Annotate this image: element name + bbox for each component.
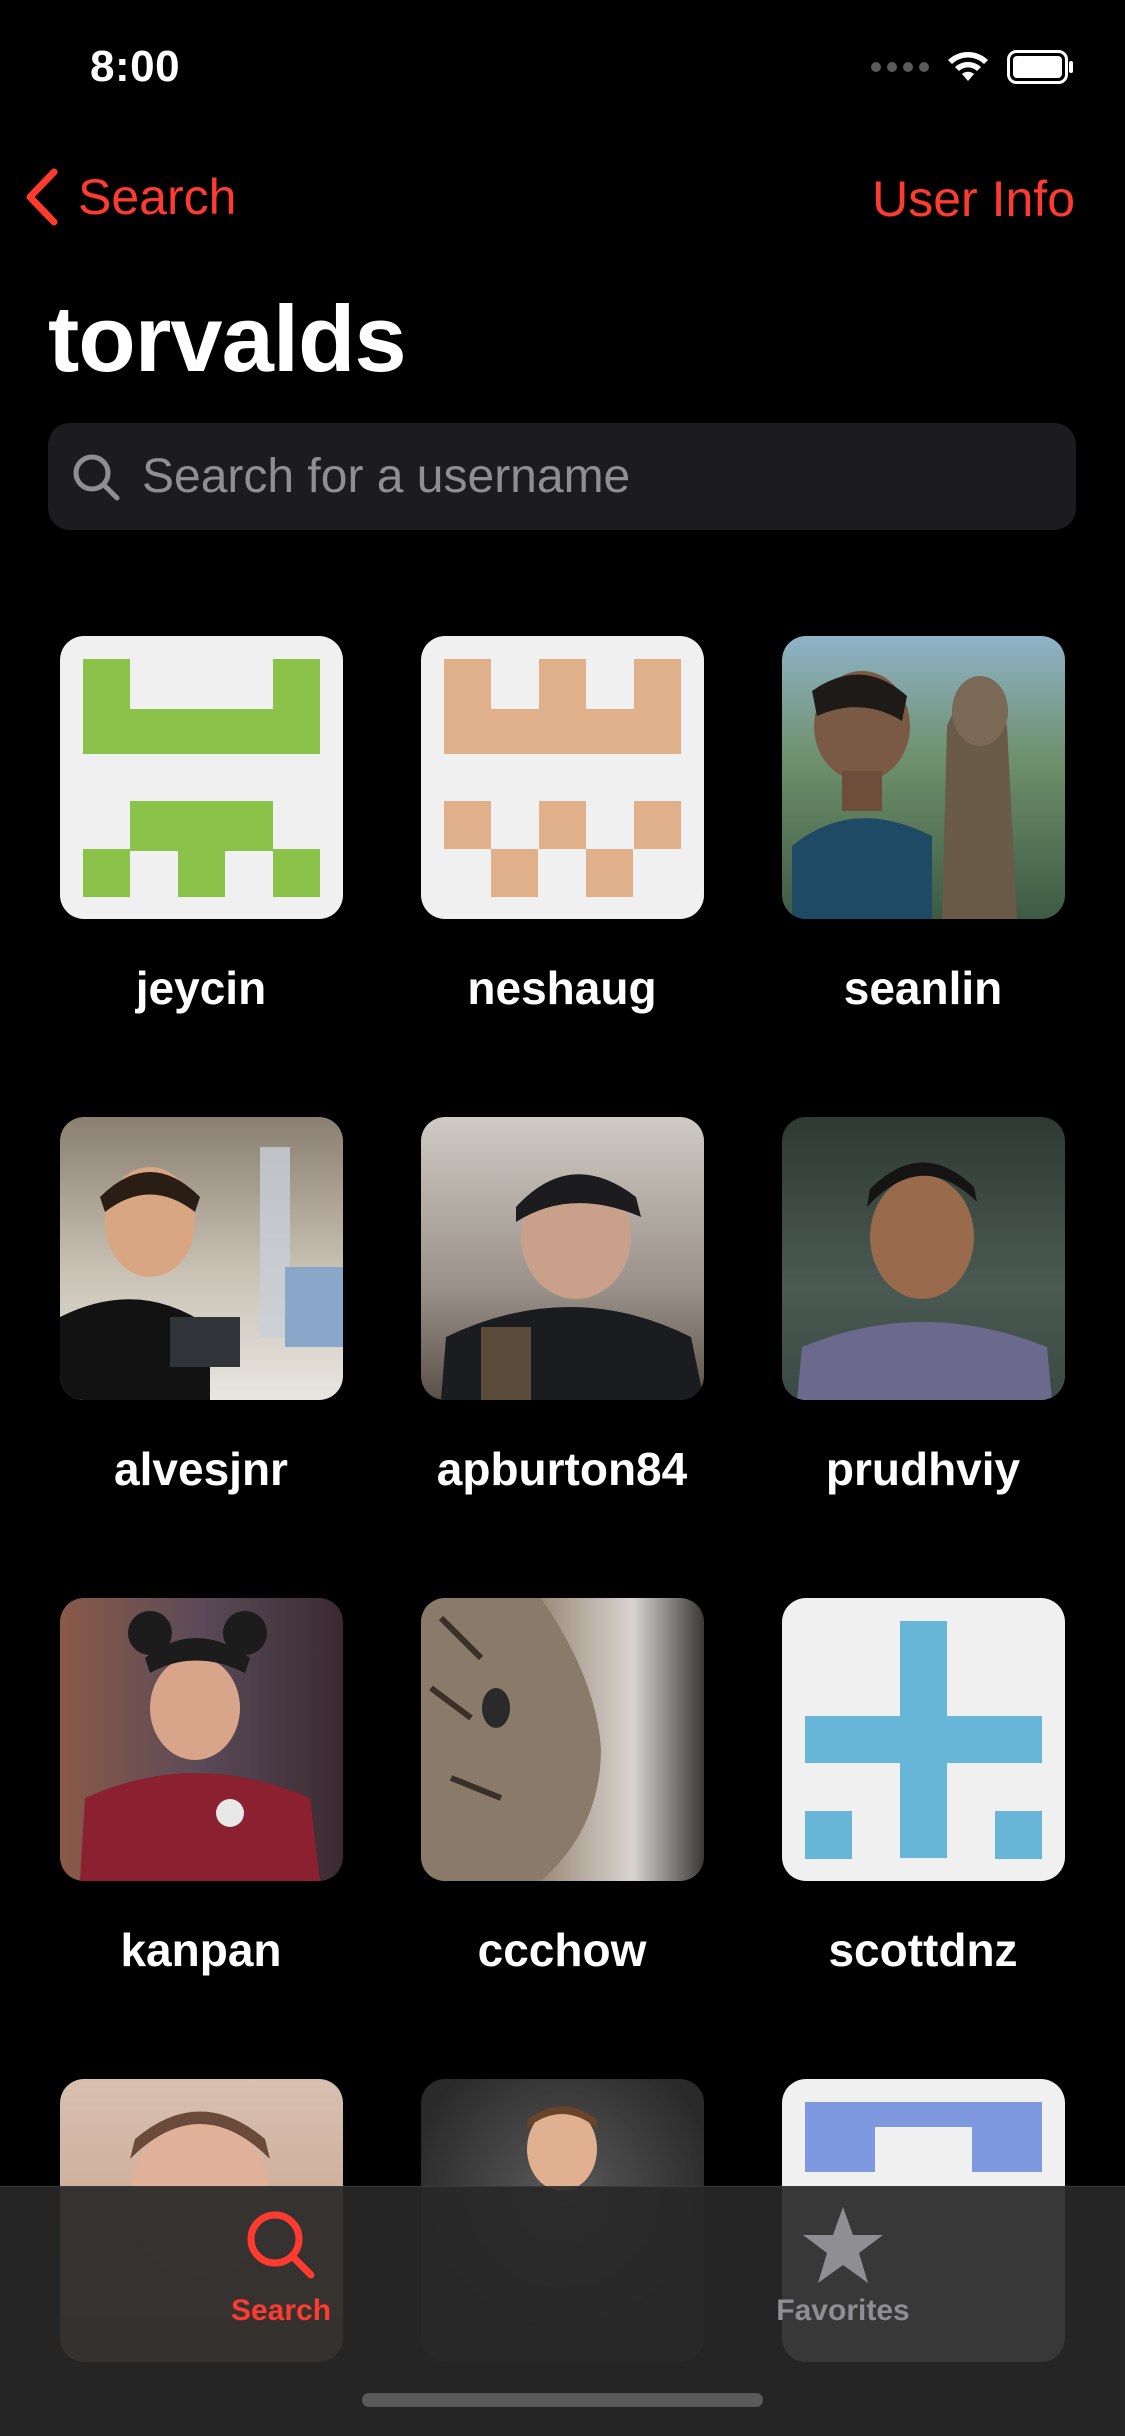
avatar-photo — [781, 636, 1065, 919]
tab-favorites[interactable]: Favorites — [703, 2205, 983, 2328]
follower-cell-ccchow[interactable]: ccchow — [382, 1598, 742, 1977]
back-button[interactable]: Search — [24, 168, 236, 226]
follower-cell-jeycin[interactable]: jeycin — [21, 636, 381, 1015]
avatar-photo — [781, 1117, 1065, 1400]
follower-cell-alvesjnr[interactable]: alvesjnr — [21, 1117, 381, 1496]
wifi-icon — [948, 52, 988, 81]
tab-label: Search — [230, 2294, 332, 2327]
username: ccchow — [477, 1924, 647, 1976]
search-icon — [247, 2211, 315, 2279]
follower-cell-prudhviy[interactable]: prudhviy — [743, 1117, 1103, 1496]
avatar-photo — [59, 1598, 343, 1881]
follower-cell-kanpan[interactable]: kanpan — [21, 1598, 381, 1977]
tab-search[interactable]: Search — [141, 2205, 421, 2328]
username: prudhviy — [825, 1443, 1021, 1495]
status-time: 8:00 — [90, 42, 181, 91]
avatar — [781, 1598, 1065, 1881]
chevron-left-icon — [26, 168, 58, 226]
back-button-label: Search — [78, 169, 237, 225]
username: jeycin — [135, 962, 267, 1014]
search-input[interactable] — [140, 448, 1024, 505]
search-icon — [73, 454, 120, 500]
home-indicator — [362, 2393, 763, 2407]
username: neshaug — [467, 962, 657, 1014]
username: kanpan — [120, 1924, 282, 1976]
follower-cell-neshaug[interactable]: neshaug — [382, 636, 742, 1015]
status-icons — [871, 50, 1075, 84]
username: alvesjnr — [114, 1443, 288, 1495]
follower-cell-scottdnz[interactable]: scottdnz — [743, 1598, 1103, 1977]
cellular-signal-icon — [871, 62, 929, 72]
avatar — [59, 636, 343, 919]
avatar-photo — [420, 1598, 704, 1881]
page-title: torvalds — [48, 286, 407, 391]
username: scottdnz — [828, 1924, 1018, 1976]
battery-icon — [1007, 50, 1073, 84]
star-icon — [803, 2207, 883, 2283]
app-screen: 8:00 Search User Info torvalds Search fo… — [0, 0, 1125, 2436]
avatar-photo — [59, 1117, 343, 1400]
follower-cell-apburton84[interactable]: apburton84 — [382, 1117, 742, 1496]
follower-cell-seanlin[interactable]: seanlin — [743, 636, 1103, 1015]
avatar — [420, 636, 704, 919]
user-info-button[interactable]: User Info — [872, 170, 1075, 228]
username: seanlin — [843, 962, 1003, 1014]
tab-label: Favorites — [776, 2294, 910, 2327]
avatar-photo — [420, 1117, 704, 1400]
username: apburton84 — [436, 1443, 688, 1495]
search-bar[interactable] — [48, 423, 1076, 530]
